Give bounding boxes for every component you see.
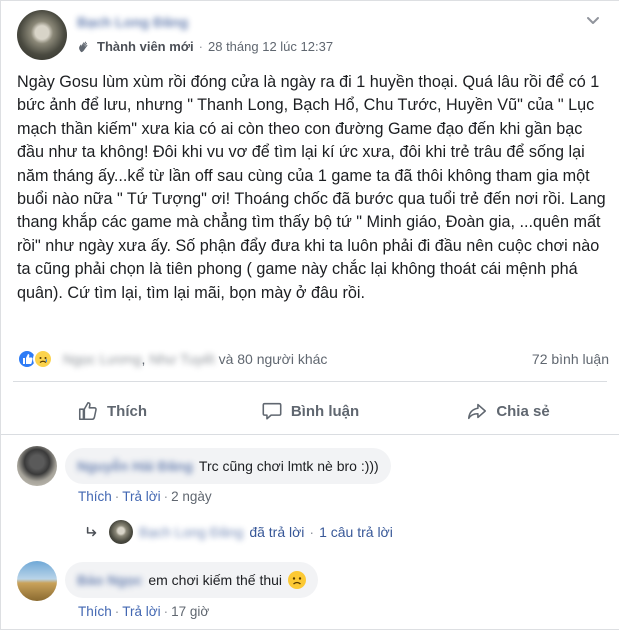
meta-separator: · <box>198 39 203 54</box>
comment-time[interactable]: 2 ngày <box>171 489 212 504</box>
thumbs-up-icon <box>78 401 97 421</box>
post-meta: Thành viên mới · 28 tháng 12 lúc 12:37 <box>77 39 333 54</box>
reply-count: 1 câu trả lời <box>319 524 393 540</box>
reaction-icons <box>17 349 57 369</box>
comments-divider <box>1 434 619 435</box>
comment-actions: Thích · Trả lời · 2 ngày <box>78 489 212 504</box>
reply-summary[interactable]: Bạch Long Đăng đã trả lời · 1 câu trả lờ… <box>85 518 393 546</box>
comment-bubble: Nguyễn Hải Đăng Trc cũng chơi lmtk nè br… <box>65 448 391 484</box>
action-bar: Thích Bình luận Chia sẻ <box>13 389 607 433</box>
author-name[interactable]: Bạch Long Đăng <box>77 14 188 30</box>
post-body: Ngày Gosu lùm xùm rồi đóng cửa là ngày r… <box>17 73 606 302</box>
comment-reply-link[interactable]: Trả lời <box>122 604 160 619</box>
comment-count[interactable]: 72 bình luận <box>532 351 609 367</box>
reply-action-text: đã trả lời <box>249 524 305 540</box>
reactions-summary[interactable]: Ngọc Lương, Như Tuyết và 80 người khác 7… <box>17 348 609 372</box>
comment-like-link[interactable]: Thích <box>78 489 112 504</box>
member-badge: Thành viên mới <box>97 39 194 54</box>
post-header: Bạch Long Đăng Thành viên mới · 28 tháng… <box>17 10 603 60</box>
comment-author[interactable]: Nguyễn Hải Đăng <box>77 458 193 474</box>
comment-like-link[interactable]: Thích <box>78 604 112 619</box>
like-button[interactable]: Thích <box>13 389 211 433</box>
speech-bubble-icon <box>262 402 282 420</box>
author-avatar[interactable] <box>17 10 67 60</box>
comment-reply-link[interactable]: Trả lời <box>122 489 160 504</box>
wave-hand-icon <box>79 41 88 52</box>
reactor-name-2: Như Tuyết <box>149 351 215 367</box>
comment-avatar[interactable] <box>17 446 57 486</box>
comment-text: em chơi kiếm thế thui <box>148 572 283 588</box>
comment-avatar[interactable] <box>17 561 57 601</box>
reply-avatar <box>109 520 133 544</box>
reactor-name-1: Ngọc Lương <box>63 351 142 367</box>
sad-reaction-icon <box>33 349 53 369</box>
share-arrow-icon <box>468 403 487 420</box>
comment-actions: Thích · Trả lời · 17 giờ <box>78 604 210 619</box>
divider <box>13 381 607 382</box>
chevron-down-icon[interactable] <box>585 12 601 28</box>
reply-arrow-icon <box>86 526 97 537</box>
comment-time[interactable]: 17 giờ <box>171 604 209 619</box>
post-timestamp[interactable]: 28 tháng 12 lúc 12:37 <box>208 39 333 54</box>
reply-author: Bạch Long Đăng <box>139 524 244 540</box>
comment-text: Trc cũng chơi lmtk nè bro :))) <box>198 458 379 474</box>
comment-author[interactable]: Bảo Ngọc <box>77 572 142 588</box>
like-button-label: Thích <box>107 402 147 420</box>
share-button[interactable]: Chia sẻ <box>409 389 607 433</box>
reactor-others: và 80 người khác <box>218 351 328 367</box>
reactor-names[interactable]: Ngọc Lương, Như Tuyết và 80 người khác <box>63 351 327 367</box>
comment-button-label: Bình luận <box>290 402 360 420</box>
sad-face-icon <box>288 571 307 589</box>
comment-button[interactable]: Bình luận <box>211 389 409 433</box>
comment-bubble: Bảo Ngọc em chơi kiếm thế thui <box>65 562 319 598</box>
share-button-label: Chia sẻ <box>496 402 550 420</box>
post-card: Bạch Long Đăng Thành viên mới · 28 tháng… <box>0 0 619 630</box>
